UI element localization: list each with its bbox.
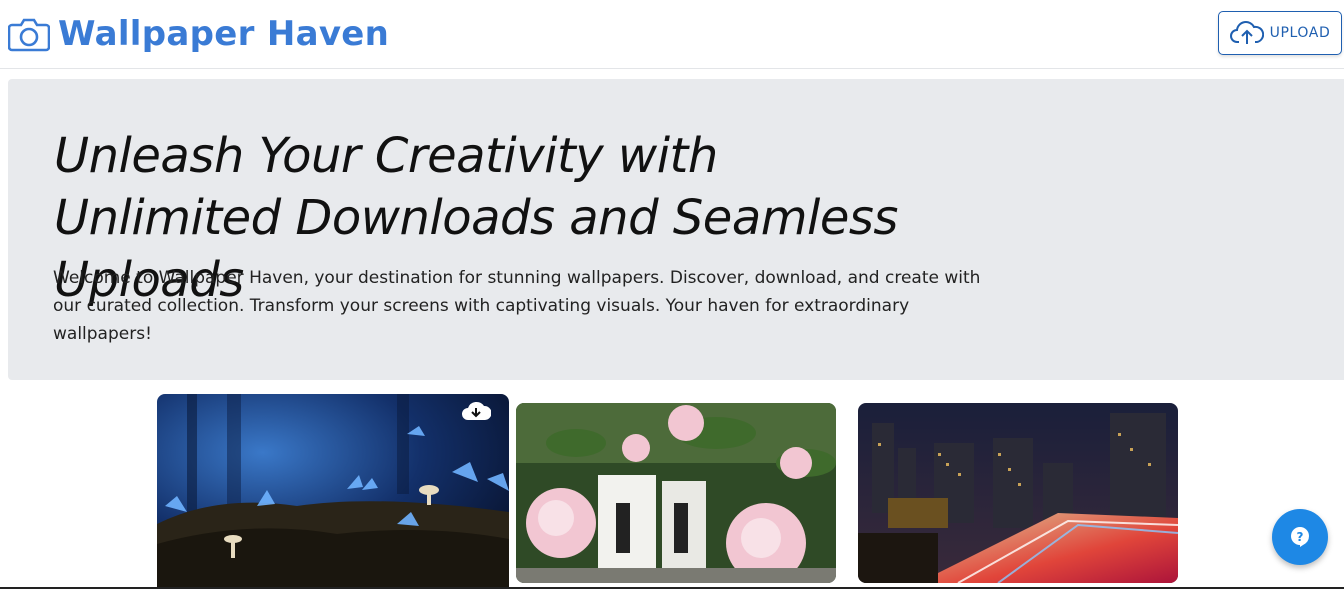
help-icon: ?	[1291, 527, 1309, 547]
upload-button[interactable]: UPLOAD	[1218, 11, 1342, 55]
wallpaper-image-peonies	[516, 403, 836, 583]
hero-banner: Unleash Your Creativity with Unlimited D…	[8, 79, 1344, 380]
wallpaper-image-butterflies	[157, 394, 509, 589]
wallpaper-card-butterflies[interactable]	[157, 394, 509, 589]
wallpaper-card-peonies[interactable]	[516, 403, 836, 583]
cloud-download-icon[interactable]	[461, 400, 491, 422]
upload-label: UPLOAD	[1269, 25, 1331, 41]
app-header: Wallpaper Haven UPLOAD	[0, 0, 1344, 69]
cloud-upload-icon	[1229, 21, 1264, 44]
help-button[interactable]: ?	[1272, 509, 1328, 565]
hero-description: Welcome to Wallpaper Haven, your destina…	[53, 268, 981, 344]
wallpaper-image-city-night	[858, 403, 1178, 583]
brand-logo[interactable]: Wallpaper Haven	[8, 14, 389, 54]
svg-text:?: ?	[1297, 530, 1304, 544]
brand-name: Wallpaper Haven	[58, 14, 390, 54]
camera-icon	[8, 18, 50, 52]
wallpaper-card-city-night[interactable]	[858, 403, 1178, 583]
